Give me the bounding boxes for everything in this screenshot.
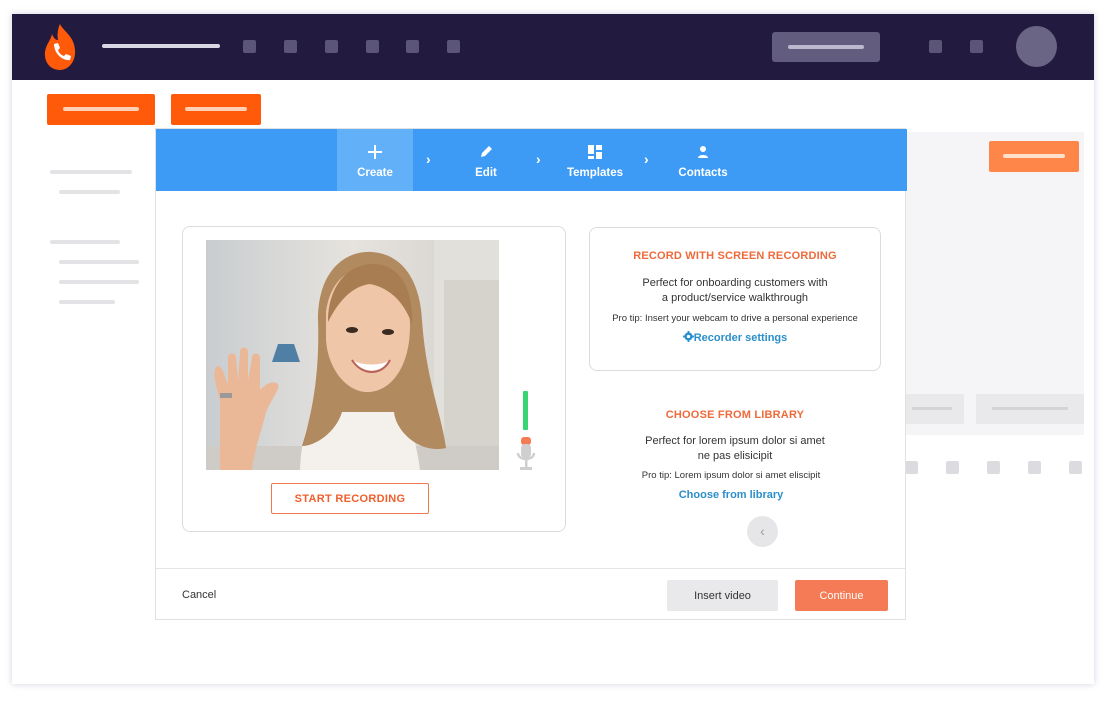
pencil-icon bbox=[481, 146, 492, 157]
library-title: CHOOSE FROM LIBRARY bbox=[665, 409, 805, 421]
background-item[interactable] bbox=[946, 461, 959, 474]
nav-icon[interactable] bbox=[929, 40, 942, 53]
webcam-preview bbox=[206, 240, 499, 470]
library-description: ne pas elisicipit bbox=[697, 450, 773, 462]
sidebar-placeholder bbox=[59, 300, 115, 304]
stepper: Create › Edit › Templates › Contacts bbox=[156, 129, 907, 191]
microphone-icon[interactable] bbox=[515, 437, 537, 473]
chevron-right-icon: › bbox=[644, 151, 649, 167]
background-panel bbox=[892, 132, 1084, 435]
nav-item[interactable] bbox=[325, 40, 338, 53]
link-label: Recorder settings bbox=[693, 332, 788, 344]
chevron-right-icon: › bbox=[536, 151, 541, 167]
card-description: Perfect for onboarding customers with bbox=[642, 277, 828, 289]
cancel-button[interactable]: Cancel bbox=[182, 589, 216, 601]
top-navbar bbox=[12, 14, 1094, 80]
flame-phone-icon[interactable] bbox=[40, 22, 80, 72]
sidebar-placeholder bbox=[50, 240, 120, 244]
card-description: a product/service walkthrough bbox=[661, 292, 809, 304]
card-tip: Pro tip: Insert your webcam to drive a p… bbox=[612, 313, 858, 324]
chevron-right-icon: › bbox=[426, 151, 431, 167]
person-icon bbox=[698, 146, 708, 158]
sidebar-placeholder bbox=[59, 190, 120, 194]
choose-from-library-link[interactable]: Choose from library bbox=[581, 489, 881, 501]
background-primary-button[interactable] bbox=[47, 94, 155, 125]
sidebar-placeholder bbox=[59, 260, 139, 264]
background-panel-button[interactable] bbox=[989, 141, 1079, 172]
recorder-settings-link[interactable]: Recorder settings bbox=[590, 331, 880, 344]
step-contacts[interactable]: Contacts bbox=[666, 129, 740, 191]
nav-item[interactable] bbox=[284, 40, 297, 53]
nav-item[interactable] bbox=[406, 40, 419, 53]
background-item[interactable] bbox=[905, 461, 918, 474]
background-item[interactable] bbox=[1069, 461, 1082, 474]
avatar[interactable] bbox=[1016, 26, 1057, 67]
step-label: Contacts bbox=[678, 167, 728, 179]
library-section: CHOOSE FROM LIBRARY Perfect for lorem ip… bbox=[589, 409, 881, 501]
start-recording-button[interactable]: START RECORDING bbox=[271, 483, 429, 514]
screen-recording-card: RECORD WITH SCREEN RECORDING Perfect for… bbox=[589, 227, 881, 371]
step-label: Templates bbox=[566, 167, 624, 179]
continue-button[interactable]: Continue bbox=[795, 580, 888, 611]
audio-level-meter bbox=[523, 391, 528, 430]
grid-icon bbox=[588, 145, 602, 159]
background-item[interactable] bbox=[1028, 461, 1041, 474]
background-item[interactable] bbox=[987, 461, 1000, 474]
plus-icon bbox=[368, 145, 382, 159]
webcam-card: START RECORDING bbox=[182, 226, 566, 532]
step-label: Create bbox=[357, 167, 393, 179]
nav-item[interactable] bbox=[366, 40, 379, 53]
nav-item[interactable] bbox=[243, 40, 256, 53]
nav-icon[interactable] bbox=[970, 40, 983, 53]
sidebar-placeholder bbox=[59, 280, 139, 284]
step-edit[interactable]: Edit bbox=[450, 129, 522, 191]
app-window: Create › Edit › Templates › Contacts STA… bbox=[12, 14, 1094, 684]
step-label: Edit bbox=[475, 167, 497, 179]
nav-action-button[interactable] bbox=[772, 32, 880, 62]
library-tip: Pro tip: Lorem ipsum dolor si amet elisc… bbox=[641, 470, 821, 481]
nav-title-placeholder bbox=[102, 44, 220, 48]
library-description: Perfect for lorem ipsum dolor si amet bbox=[645, 435, 825, 447]
background-tab[interactable] bbox=[976, 394, 1084, 424]
sidebar-placeholder bbox=[50, 170, 132, 174]
card-title: RECORD WITH SCREEN RECORDING bbox=[633, 250, 837, 262]
modal-footer: Cancel Insert video Continue bbox=[156, 568, 905, 620]
nav-item[interactable] bbox=[447, 40, 460, 53]
step-templates[interactable]: Templates bbox=[556, 129, 634, 191]
gear-icon bbox=[682, 331, 694, 342]
video-modal: Create › Edit › Templates › Contacts STA… bbox=[155, 128, 907, 620]
insert-video-button[interactable]: Insert video bbox=[667, 580, 778, 611]
chevron-left-icon[interactable]: ‹ bbox=[747, 516, 778, 547]
step-create[interactable]: Create bbox=[337, 129, 413, 191]
background-secondary-button[interactable] bbox=[171, 94, 261, 125]
